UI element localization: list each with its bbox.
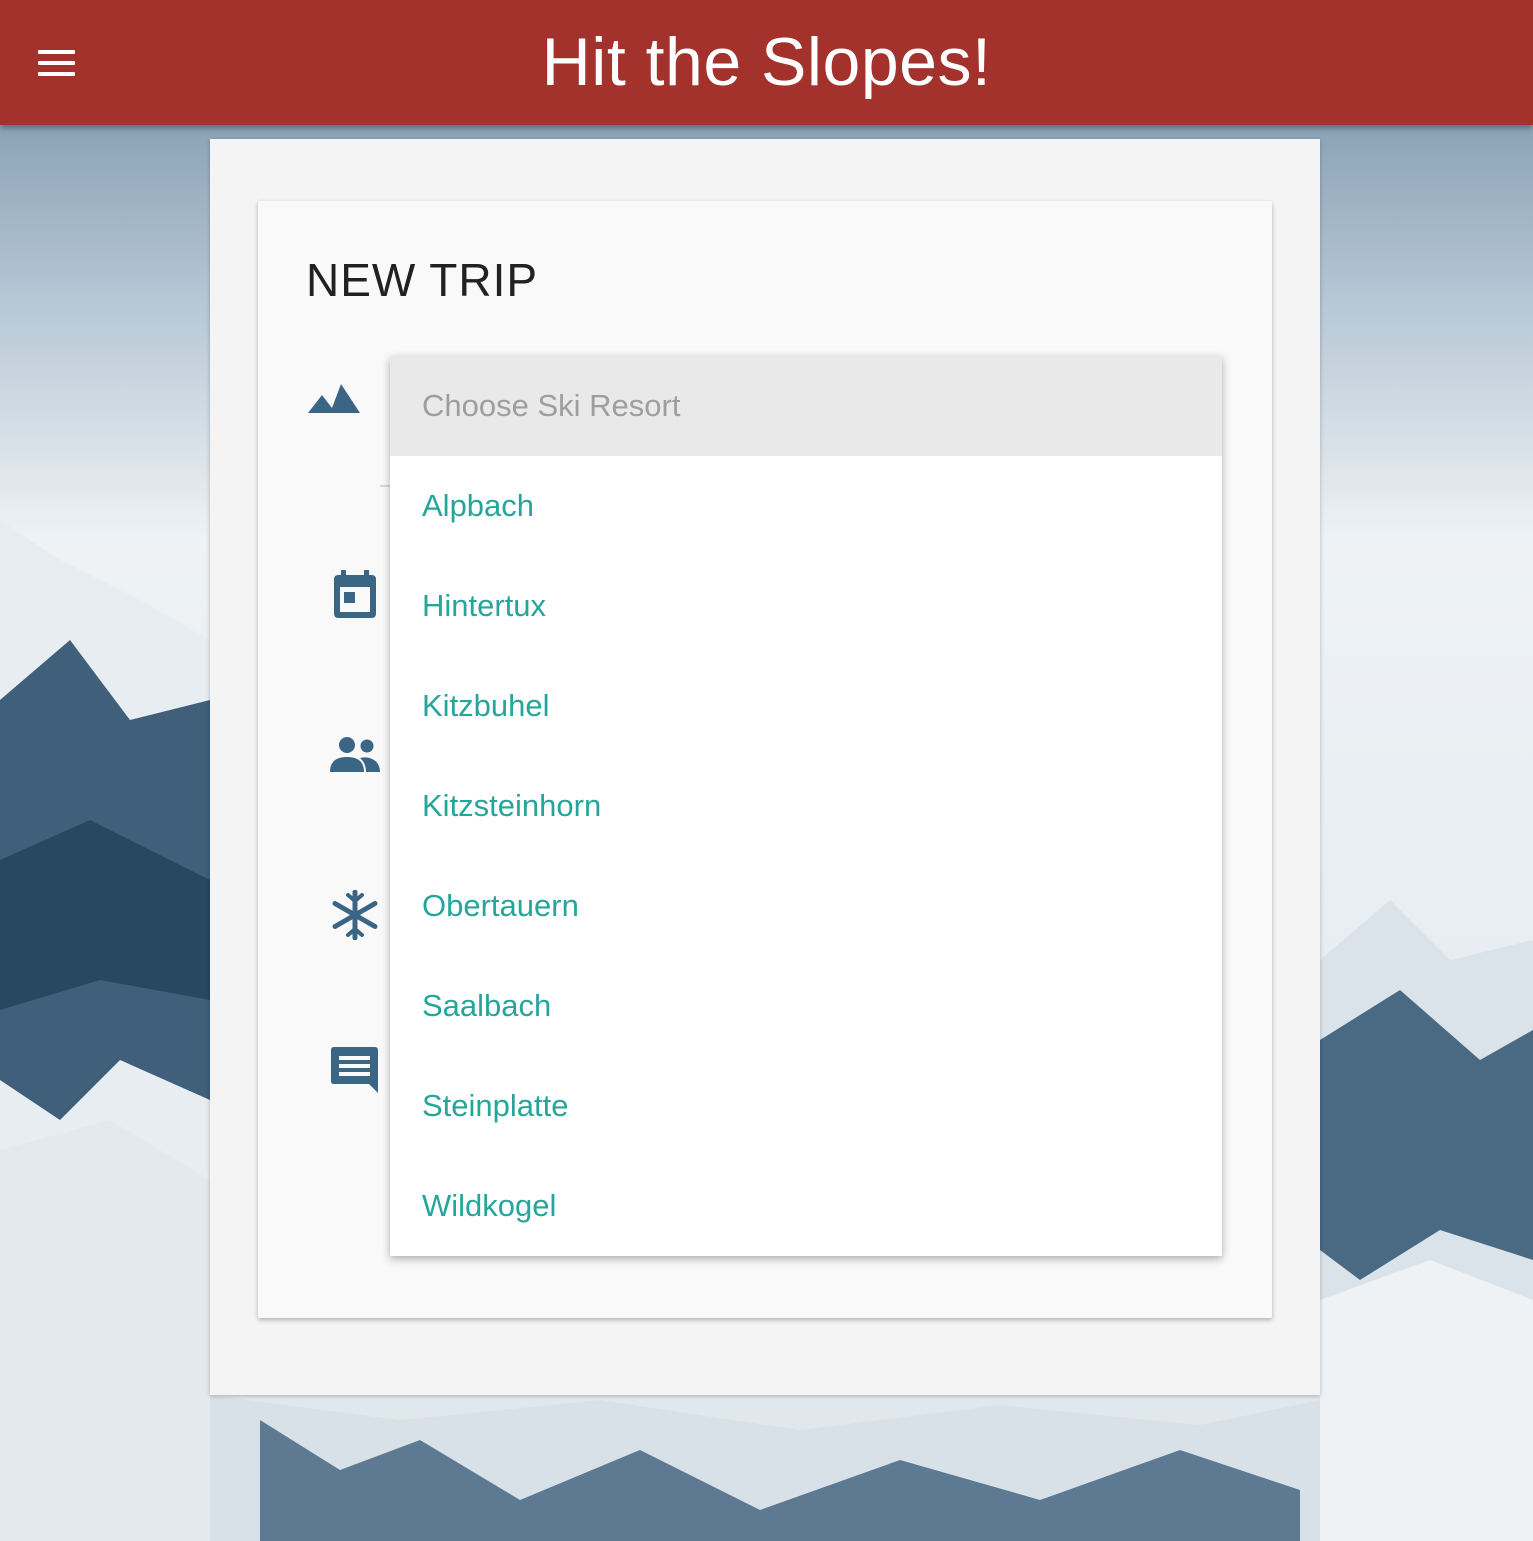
- resort-option-wildkogel[interactable]: Wildkogel: [390, 1156, 1222, 1256]
- people-icon: [330, 736, 380, 772]
- card-title: NEW TRIP: [306, 254, 539, 306]
- resort-option-saalbach[interactable]: Saalbach: [390, 956, 1222, 1056]
- resort-option-kitzsteinhorn[interactable]: Kitzsteinhorn: [390, 756, 1222, 856]
- resort-option-steinplatte[interactable]: Steinplatte: [390, 1056, 1222, 1156]
- resort-option-hintertux[interactable]: Hintertux: [390, 556, 1222, 656]
- mountain-icon: [308, 384, 360, 414]
- calendar-icon: [332, 570, 378, 620]
- resort-option-alpbach[interactable]: Alpbach: [390, 456, 1222, 556]
- ski-resort-dropdown[interactable]: Choose Ski Resort Alpbach Hintertux Kitz…: [390, 356, 1222, 1256]
- app-title: Hit the Slopes!: [541, 24, 992, 100]
- resort-select-placeholder: Choose Ski Resort: [390, 356, 1222, 456]
- resort-option-obertauern[interactable]: Obertauern: [390, 856, 1222, 956]
- app-bar: Hit the Slopes!: [0, 0, 1533, 125]
- resort-option-kitzbuhel[interactable]: Kitzbuhel: [390, 656, 1222, 756]
- comment-icon: [330, 1045, 380, 1095]
- snowflake-icon: [330, 890, 380, 940]
